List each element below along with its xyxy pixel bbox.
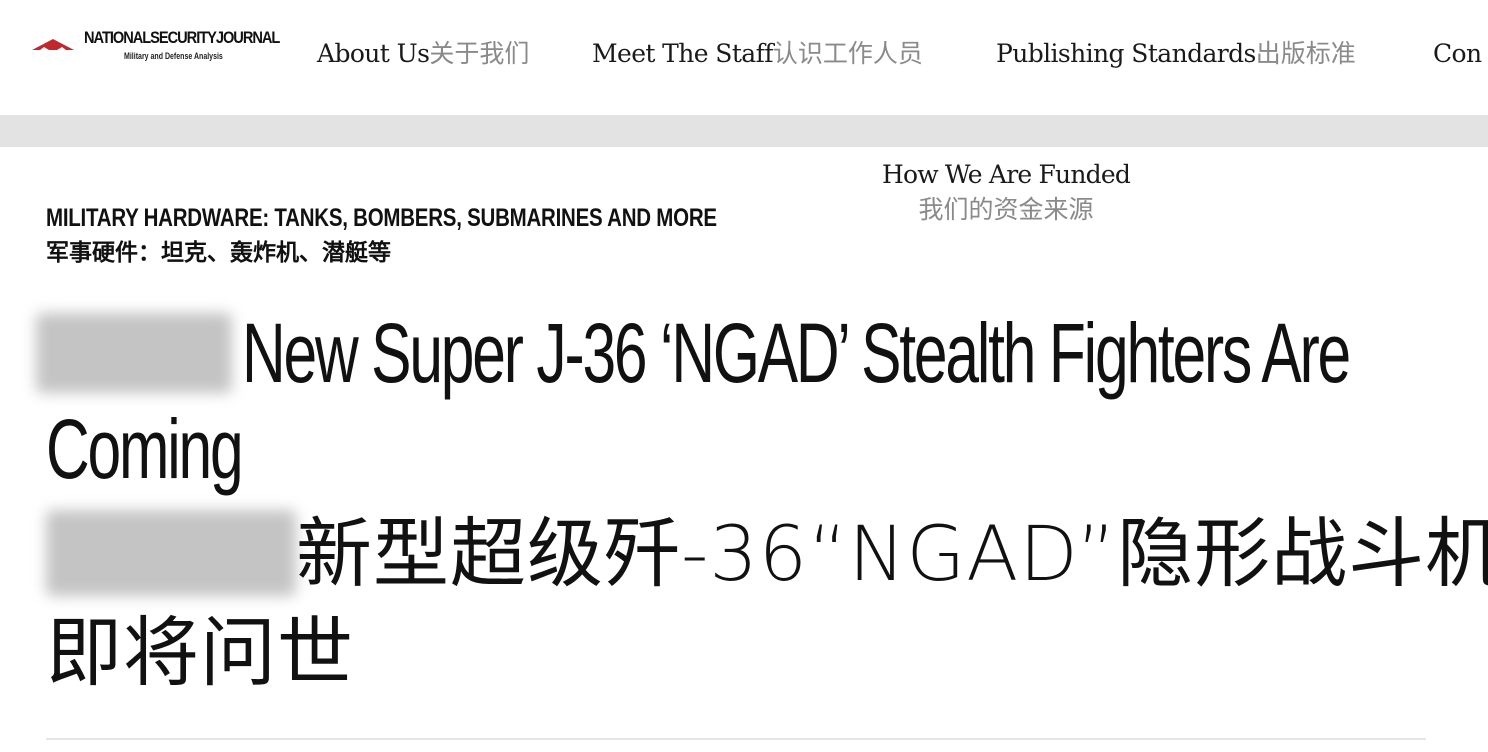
site-header: NATIONALSECURITYJOURNAL Military and Def… (0, 0, 1488, 115)
nav-item-publishing-standards[interactable]: Publishing Standards出版标准 (996, 36, 1356, 72)
nav-item-label-en: Con (1433, 39, 1482, 68)
nav-item-about-us[interactable]: About Us关于我们 (317, 36, 529, 72)
headline-en-line-2: Coming (46, 402, 244, 496)
category-label-en: MILITARY HARDWARE: TANKS, BOMBERS, SUBMA… (46, 204, 717, 232)
category-label-zh: 军事硬件：坦克、轰炸机、潜艇等 (46, 240, 391, 266)
bomber-logo-icon (32, 39, 74, 50)
site-tagline: Military and Defense Analysis (124, 51, 223, 61)
nav-item-label-en: Meet The Staff (592, 39, 773, 68)
nav-item-label-zh: 关于我们 (429, 39, 530, 68)
redacted-word (46, 510, 296, 596)
nav-item-label-en: About Us (317, 39, 430, 68)
funded-label-zh: 我们的资金来源 (918, 195, 1094, 224)
headline-zh-line-1: 新型超级歼-36“NGAD”隐形战斗机 (296, 509, 1488, 598)
how-we-are-funded-link[interactable]: How We Are Funded 我们的资金来源 (872, 158, 1140, 228)
site-logo[interactable]: NATIONALSECURITYJOURNAL Military and Def… (30, 24, 305, 74)
nav-item-meet-the-staff[interactable]: Meet The Staff认识工作人员 (592, 36, 923, 72)
page: NATIONALSECURITYJOURNAL Military and Def… (0, 0, 1488, 752)
nav-item-label-zh: 认识工作人员 (772, 39, 923, 68)
site-name: NATIONALSECURITYJOURNAL (84, 28, 280, 47)
funded-label-en: How We Are Funded (881, 160, 1131, 189)
article-category[interactable]: MILITARY HARDWARE: TANKS, BOMBERS, SUBMA… (46, 200, 864, 270)
nav-item-contact[interactable]: Con (1433, 36, 1482, 72)
content-divider (46, 738, 1426, 740)
header-divider-band (0, 115, 1488, 147)
headline-en-line-1: New Super J-36 ‘NGAD’ Stealth Fighters A… (242, 306, 1351, 400)
nav-item-label-zh: 出版标准 (1255, 39, 1356, 68)
redacted-word (36, 313, 232, 393)
nav-item-label-en: Publishing Standards (996, 39, 1256, 68)
headline-zh-line-2: 即将问世 (46, 608, 354, 697)
